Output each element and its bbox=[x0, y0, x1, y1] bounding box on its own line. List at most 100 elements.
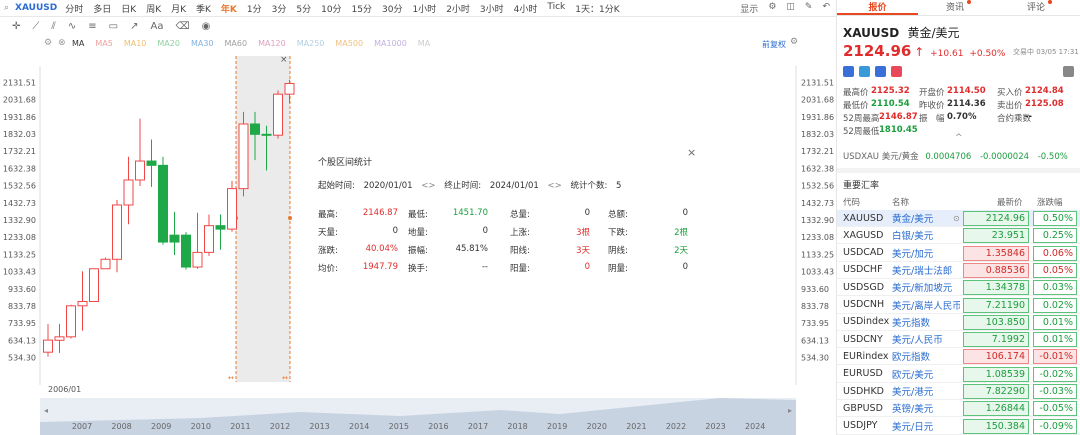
wave-tool-icon[interactable]: ∿ bbox=[68, 21, 76, 32]
ma-legend-item[interactable]: MA bbox=[418, 39, 430, 48]
fib-tool-icon[interactable]: ≡ bbox=[88, 21, 96, 32]
timeframe-option[interactable]: 2小时 bbox=[446, 2, 470, 15]
timeframe-option[interactable]: 周K bbox=[146, 2, 161, 15]
ma-legend-item[interactable]: MA1000 bbox=[374, 39, 407, 48]
rate-row[interactable]: USDindex 美元指数 103.850 0.01% bbox=[837, 314, 1080, 331]
end-label: 终止时间: bbox=[444, 181, 482, 191]
gear-icon[interactable]: ⚙ bbox=[768, 2, 776, 15]
stats-close-icon[interactable]: × bbox=[687, 146, 696, 159]
search-icon[interactable]: ⌕ bbox=[4, 3, 9, 13]
expand-icon[interactable]: ^ bbox=[955, 133, 963, 143]
candle-body bbox=[215, 225, 226, 230]
x-axis-label: 2019 bbox=[547, 422, 567, 431]
timeframe-option[interactable]: 分时 bbox=[65, 2, 83, 15]
tab-quote[interactable]: 报价 bbox=[837, 0, 918, 15]
ma-legend-item[interactable]: MA250 bbox=[297, 39, 325, 48]
timeframe-option[interactable]: 4小时 bbox=[514, 2, 538, 15]
globe-icon[interactable] bbox=[843, 66, 854, 77]
timeframe-option[interactable]: 1小时 bbox=[412, 2, 436, 15]
note-icon[interactable] bbox=[875, 66, 886, 77]
range-arrows-icon[interactable]: <> bbox=[548, 181, 562, 191]
ma-legend-item[interactable]: MA20 bbox=[157, 39, 180, 48]
line-tool-icon[interactable]: ⟋ bbox=[32, 21, 39, 32]
timeframe-option[interactable]: 日K bbox=[121, 2, 136, 15]
symbol-label[interactable]: XAUUSD bbox=[15, 3, 57, 13]
ma-legend-item[interactable]: MA120 bbox=[258, 39, 286, 48]
restore-button[interactable]: 前复权 bbox=[762, 39, 786, 50]
y-axis-label-right: 1832.03 bbox=[801, 130, 834, 139]
y-axis-label-left: 1931.86 bbox=[3, 113, 36, 122]
rate-row[interactable]: USDCHF 美元/瑞士法郎 0.88536 0.05% bbox=[837, 262, 1080, 279]
font-tool[interactable]: Aa bbox=[150, 21, 163, 32]
x-axis-label: 2012 bbox=[270, 422, 290, 431]
timeframe-option[interactable]: 15分 bbox=[352, 2, 372, 15]
rate-row[interactable]: XAUUSD 黄金/美元 ⊙ 2124.96 0.50% bbox=[837, 210, 1080, 227]
ma-legend-item[interactable]: MA bbox=[72, 39, 84, 48]
candle-body bbox=[66, 305, 76, 338]
rate-row[interactable]: USDCNH 美元/离岸人民币 7.21190 0.02% bbox=[837, 297, 1080, 314]
rate-row[interactable]: EURindex 欧元指数 106.174 -0.01% bbox=[837, 348, 1080, 366]
rate-row[interactable]: USDCAD 美元/加元 1.35846 0.06% bbox=[837, 245, 1080, 262]
pencil-icon[interactable]: ✎ bbox=[805, 2, 813, 15]
rate-name: 美元/港元 bbox=[892, 387, 934, 398]
tab-comments[interactable]: 评论 bbox=[999, 0, 1080, 15]
camera-icon[interactable]: ◫ bbox=[786, 2, 795, 15]
arrow-tool-icon[interactable]: ↗ bbox=[130, 21, 138, 32]
timeframe-option[interactable]: 月K bbox=[171, 2, 186, 15]
action-icons bbox=[843, 66, 902, 77]
timeframe-option[interactable]: Tick bbox=[547, 2, 565, 15]
divider bbox=[837, 168, 1080, 173]
ma-legend-item[interactable]: MA10 bbox=[124, 39, 147, 48]
undo-icon[interactable]: ↶ bbox=[822, 2, 830, 15]
col-change[interactable]: 涨跌幅 bbox=[1037, 196, 1063, 208]
ma-legend-item[interactable]: MA60 bbox=[225, 39, 248, 48]
count-value: 5 bbox=[616, 181, 622, 191]
timeframe-option[interactable]: 1天：1分K bbox=[575, 2, 619, 15]
channel-tool-icon[interactable]: ⫽ bbox=[51, 21, 55, 32]
eye-icon[interactable]: ◉ bbox=[202, 21, 211, 32]
ma-legend-item[interactable]: MA30 bbox=[191, 39, 214, 48]
rate-row[interactable]: XAGUSD 白银/美元 23.951 0.25% bbox=[837, 227, 1080, 245]
display-menu[interactable]: 显示 bbox=[740, 2, 758, 15]
x-axis-label: 2024 bbox=[745, 422, 765, 431]
timeframe-option[interactable]: 季K bbox=[196, 2, 211, 15]
crosshair-icon[interactable]: ✛ bbox=[12, 21, 20, 32]
stat-label: 下跌: bbox=[608, 228, 628, 238]
range-arrows-icon[interactable]: <> bbox=[421, 181, 435, 191]
timeframe-option[interactable]: 多日 bbox=[93, 2, 111, 15]
heart-icon[interactable] bbox=[891, 66, 902, 77]
chat-icon[interactable] bbox=[859, 66, 870, 77]
rate-row[interactable]: EURUSD 欧元/美元 1.08539 -0.02% bbox=[837, 366, 1080, 383]
rate-row[interactable]: USDSGD 美元/新加坡元 1.34378 0.03% bbox=[837, 279, 1080, 297]
start-value: 2020/01/01 bbox=[363, 181, 413, 191]
eraser-icon[interactable]: ⌫ bbox=[175, 21, 189, 32]
rate-row[interactable]: GBPUSD 英镑/美元 1.26844 -0.05% bbox=[837, 400, 1080, 418]
related-row[interactable]: USDXAU 美元/黄金 0.0004706 -0.0000024 -0.50% bbox=[843, 150, 1068, 162]
candle-body bbox=[54, 336, 65, 341]
stat-label: 上涨: bbox=[510, 228, 530, 238]
timeframe-option[interactable]: 3小时 bbox=[480, 2, 504, 15]
settings-icon[interactable]: ⚙ bbox=[44, 38, 52, 48]
rate-row[interactable]: USDHKD 美元/港元 7.82290 -0.03% bbox=[837, 383, 1080, 400]
bell-icon[interactable] bbox=[1063, 66, 1074, 77]
quote-value: 1810.45 bbox=[879, 125, 918, 135]
y-axis-label-right: 1732.21 bbox=[801, 147, 834, 156]
stat-value: 0 bbox=[482, 226, 488, 236]
timeframe-option[interactable]: 10分 bbox=[321, 2, 341, 15]
close-icon[interactable]: ⊗ bbox=[58, 38, 66, 48]
timeframe-option[interactable]: 5分 bbox=[296, 2, 311, 15]
quote-label: 开盘价 bbox=[919, 88, 945, 98]
gear-icon[interactable]: ⚙ bbox=[790, 37, 798, 47]
col-price[interactable]: 最新价 bbox=[997, 196, 1023, 208]
target-icon[interactable]: ⊙ bbox=[953, 214, 960, 223]
ma-legend-item[interactable]: MA5 bbox=[95, 39, 112, 48]
rate-row[interactable]: USDJPY 美元/日元 150.384 -0.09% bbox=[837, 418, 1080, 435]
shape-tool-icon[interactable]: ▭ bbox=[109, 21, 118, 32]
timeframe-option[interactable]: 年K bbox=[221, 2, 237, 15]
timeframe-option[interactable]: 30分 bbox=[382, 2, 402, 15]
tab-news[interactable]: 资讯 bbox=[918, 0, 999, 15]
timeframe-option[interactable]: 3分 bbox=[272, 2, 287, 15]
ma-legend-item[interactable]: MA500 bbox=[335, 39, 363, 48]
timeframe-option[interactable]: 1分 bbox=[247, 2, 262, 15]
rate-row[interactable]: USDCNY 美元/人民币 7.1992 0.01% bbox=[837, 331, 1080, 349]
